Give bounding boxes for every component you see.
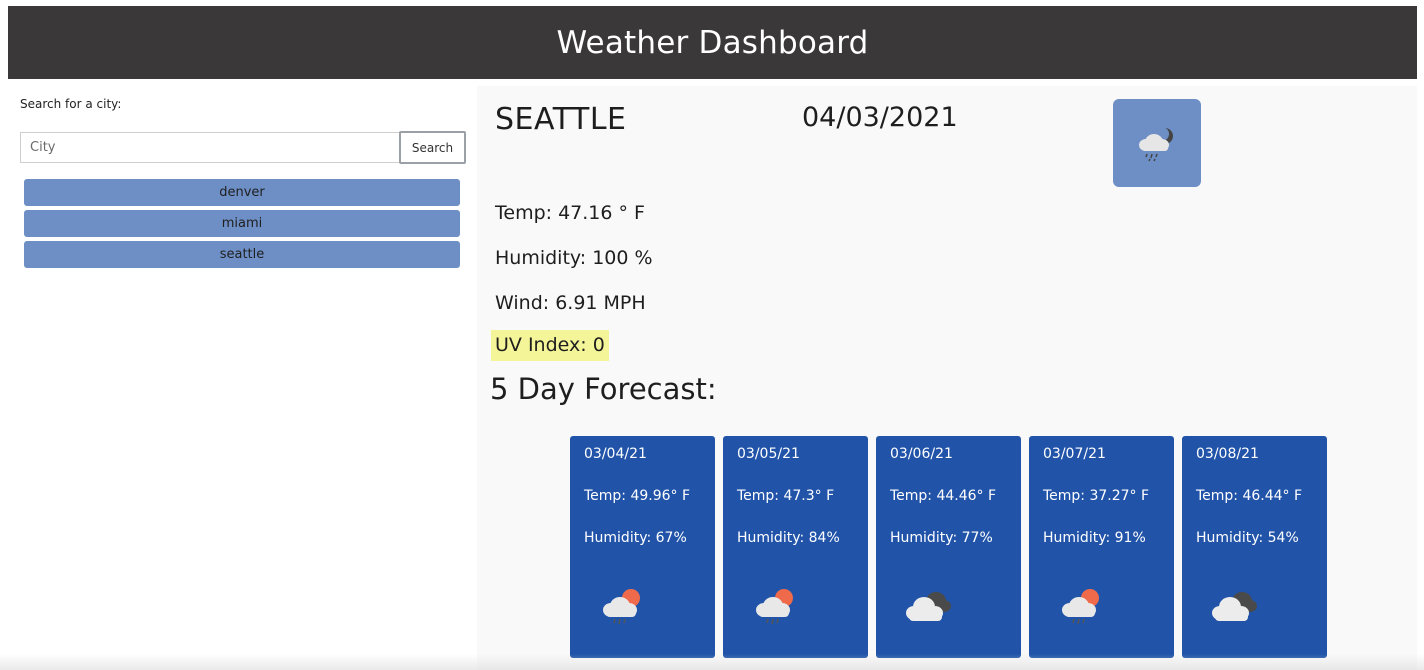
forecast-date: 03/07/21 — [1043, 446, 1106, 462]
history-item-seattle[interactable]: seattle — [24, 241, 460, 268]
search-button[interactable]: Search — [399, 131, 466, 164]
forecast-humidity: Humidity: 91% — [1043, 530, 1146, 546]
forecast-cards: 03/04/21 Temp: 49.96° F Humidity: 67% 03… — [570, 436, 1327, 658]
city-name: SEATTLE — [495, 102, 627, 137]
forecast-date: 03/06/21 — [890, 446, 953, 462]
forecast-card: 03/05/21 Temp: 47.3° F Humidity: 84% — [723, 436, 868, 658]
sidebar: Search for a city: Search denver miami s… — [20, 96, 466, 272]
rain-cloud-sun-icon — [603, 589, 640, 625]
search-row: Search — [20, 131, 466, 164]
page-bottom-shadow — [0, 654, 1424, 670]
current-date: 04/03/2021 — [802, 102, 958, 133]
forecast-date: 03/08/21 — [1196, 446, 1259, 462]
broken-clouds-icon — [906, 592, 951, 621]
forecast-humidity: Humidity: 77% — [890, 530, 993, 546]
rain-cloud-sun-icon — [756, 589, 793, 625]
city-search-input[interactable] — [20, 132, 399, 163]
search-history-list: denver miami seattle — [24, 179, 460, 268]
app-header: Weather Dashboard — [8, 6, 1417, 79]
current-wind: Wind: 6.91 MPH — [495, 292, 646, 314]
forecast-title: 5 Day Forecast: — [490, 372, 717, 406]
current-temp: Temp: 47.16 ° F — [495, 202, 645, 224]
forecast-card: 03/08/21 Temp: 46.44° F Humidity: 54% — [1182, 436, 1327, 658]
forecast-card: 03/04/21 Temp: 49.96° F Humidity: 67% — [570, 436, 715, 658]
uv-index-badge: UV Index: 0 — [491, 330, 609, 361]
forecast-card: 03/07/21 Temp: 37.27° F Humidity: 91% — [1029, 436, 1174, 658]
current-weather-icon-box — [1113, 99, 1201, 187]
forecast-temp: Temp: 44.46° F — [890, 488, 997, 504]
forecast-humidity: Humidity: 67% — [584, 530, 687, 546]
forecast-card: 03/06/21 Temp: 44.46° F Humidity: 77% — [876, 436, 1021, 658]
forecast-humidity: Humidity: 84% — [737, 530, 840, 546]
rain-cloud-sun-icon — [1062, 589, 1099, 625]
forecast-temp: Temp: 37.27° F — [1043, 488, 1150, 504]
forecast-temp: Temp: 49.96° F — [584, 488, 691, 504]
forecast-temp: Temp: 47.3° F — [737, 488, 835, 504]
history-item-miami[interactable]: miami — [24, 210, 460, 237]
broken-clouds-icon — [1212, 592, 1257, 621]
history-item-denver[interactable]: denver — [24, 179, 460, 206]
current-weather-panel: SEATTLE 04/03/2021 Temp: 47.16 ° F Humid… — [477, 86, 1417, 670]
page-title: Weather Dashboard — [556, 24, 869, 61]
forecast-temp: Temp: 46.44° F — [1196, 488, 1303, 504]
current-humidity: Humidity: 100 % — [495, 247, 653, 269]
search-label: Search for a city: — [20, 97, 122, 111]
forecast-date: 03/04/21 — [584, 446, 647, 462]
forecast-date: 03/05/21 — [737, 446, 800, 462]
forecast-humidity: Humidity: 54% — [1196, 530, 1299, 546]
rain-cloud-night-icon — [1139, 127, 1173, 162]
